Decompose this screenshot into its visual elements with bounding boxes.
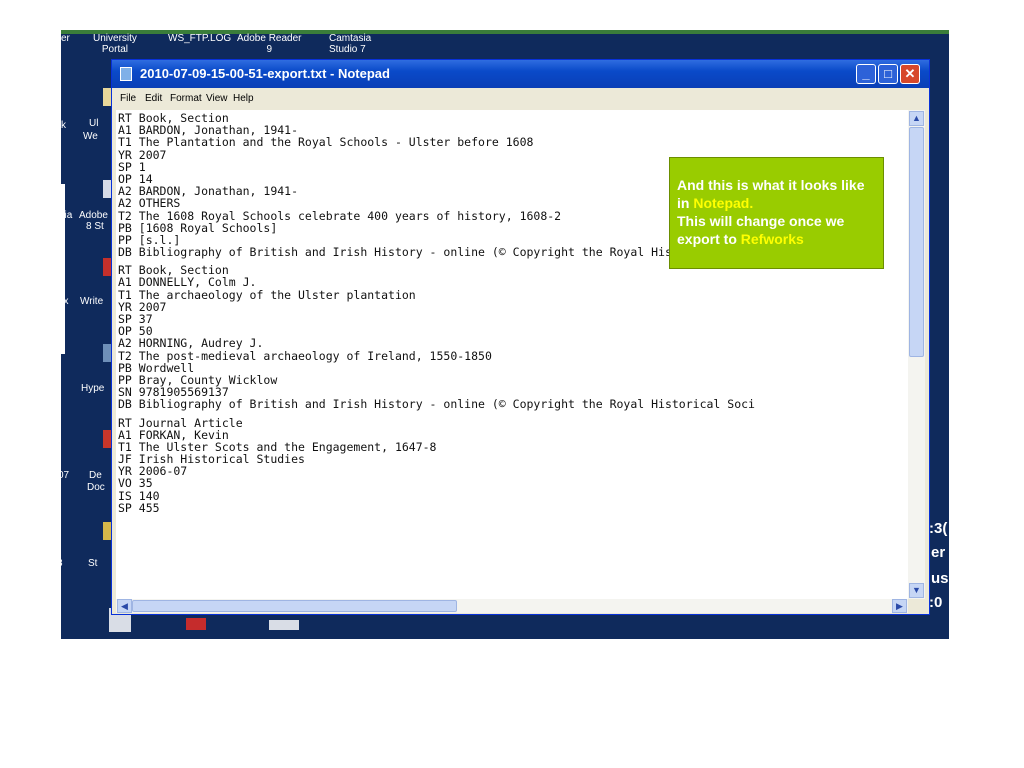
text-line: JF Irish Historical Studies [118,452,305,467]
text-line: YR 2007 [118,299,167,314]
text-line: VO 35 [118,476,153,491]
desktop-icon-label: Hype [81,383,105,394]
menu-view[interactable]: View [206,93,228,104]
scroll-up-arrow-icon[interactable]: ▲ [909,111,924,126]
desktop-icon-label[interactable]: University Portal [93,33,137,55]
desktop-icon-label: 3 [61,558,63,569]
desktop-icon-label: Ul [89,118,99,129]
vertical-scrollbar[interactable]: ▲ ▼ [908,110,925,599]
scroll-right-arrow-icon[interactable]: ▶ [892,599,907,613]
desktop-icon-label[interactable]: WS_FTP.LOG [168,33,231,44]
menu-file[interactable]: File [120,93,136,104]
text-line: T1 The Plantation and the Royal Schools … [118,135,534,150]
notepad-window: 2010-07-09-15-00-51-export.txt - Notepad… [111,59,930,615]
text-line: T1 The archaeology of the Ulster plantat… [118,287,416,302]
desktop-icon-label: :0 [929,594,943,611]
desktop-icon-label: us [931,570,949,587]
minimize-button[interactable]: _ [856,64,876,84]
desktop-icon-label[interactable]: Camtasia Studio 7 [329,33,371,55]
notepad-icon [120,67,132,81]
text-line: PB [1608 Royal Schools] [118,220,278,235]
desktop-icon-label: Adobe [79,210,108,221]
text-line: A2 OTHERS [118,196,181,211]
shortcut-icon[interactable] [269,620,299,630]
desktop-panel [61,184,65,354]
maximize-button[interactable]: □ [878,64,898,84]
text-line: SP 455 [118,500,160,515]
desktop-icon-label: St [88,558,98,569]
scroll-left-arrow-icon[interactable]: ◀ [117,599,132,613]
horizontal-scrollbar[interactable]: ◀ ▶ [116,599,908,613]
menu-bar: File Edit Format View Help [112,88,929,110]
annotation-callout: And this is what it looks like in Notepa… [669,157,884,269]
desktop-icon-label: Write [80,296,104,307]
text-line: A1 DONNELLY, Colm J. [118,275,257,290]
text-line: RT Journal Article [118,415,243,430]
vertical-scroll-thumb[interactable] [909,127,924,357]
text-line: DB Bibliography of British and Irish His… [118,245,755,260]
menu-edit[interactable]: Edit [145,93,162,104]
text-line: A2 BARDON, Jonathan, 1941- [118,184,299,199]
shortcut-icon[interactable] [186,618,206,630]
desktop-icon-label: er [931,544,946,561]
scroll-down-arrow-icon[interactable]: ▼ [909,583,924,598]
desktop-icon-label: 07 [61,470,70,481]
text-line: T2 The post-medieval archaeology of Irel… [118,348,492,363]
text-content: RT Book, Section A1 BARDON, Jonathan, 194… [118,112,755,514]
horizontal-scroll-thumb[interactable] [132,600,457,612]
text-line: YR 2006-07 [118,464,188,479]
close-button[interactable]: ✕ [900,64,920,84]
title-bar[interactable]: 2010-07-09-15-00-51-export.txt - Notepad… [112,60,929,88]
text-line: DB Bibliography of British and Irish His… [118,397,755,412]
desktop-icon-label: 8 St [86,221,104,232]
text-line: SP 1 [118,159,146,174]
desktop-icon-label: k [61,120,66,131]
menu-format[interactable]: Format [170,93,202,104]
text-line: T2 The 1608 Royal Schools celebrate 400 … [118,208,562,223]
menu-help[interactable]: Help [233,93,254,104]
callout-highlight: Refworks [740,231,804,247]
text-line: YR 2007 [118,147,167,162]
desktop-icon-label: De [89,470,102,481]
desktop-icon-label[interactable]: er [61,33,70,44]
text-line: IS 140 [118,488,160,503]
text-line: SP 37 [118,312,153,326]
window-title: 2010-07-09-15-00-51-export.txt - Notepad [140,66,390,81]
callout-highlight: Notepad. [693,195,754,211]
desktop-icon-label: We [83,131,98,142]
desktop-icon-label: Doc [87,482,105,493]
desktop-icon-label: :3( [929,520,948,537]
text-line: A2 HORNING, Audrey J. [118,336,264,351]
desktop-icon-label[interactable]: Adobe Reader 9 [237,33,302,55]
